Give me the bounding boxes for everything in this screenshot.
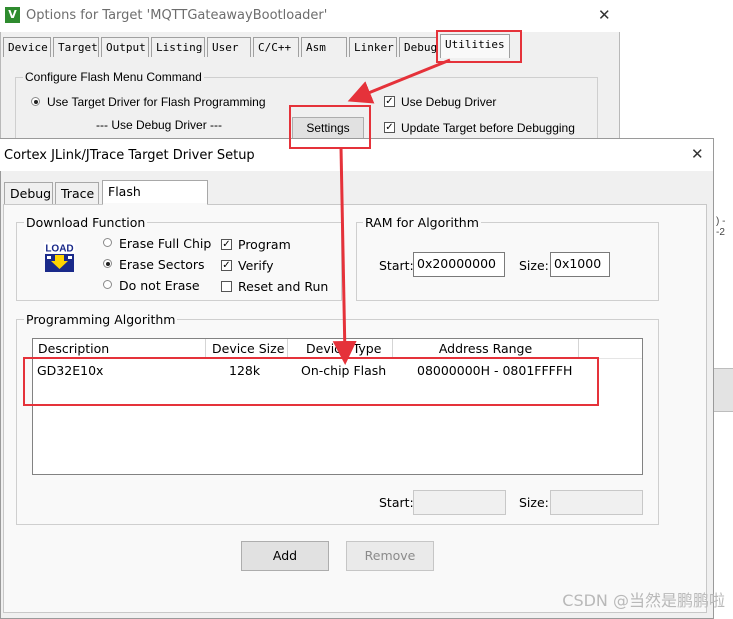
arrow-to-settings xyxy=(347,58,451,104)
arrow-to-algorithm xyxy=(332,146,357,365)
watermark: CSDN @当然是鹏鹏啦 xyxy=(562,591,725,610)
annotation-arrows xyxy=(332,58,451,365)
